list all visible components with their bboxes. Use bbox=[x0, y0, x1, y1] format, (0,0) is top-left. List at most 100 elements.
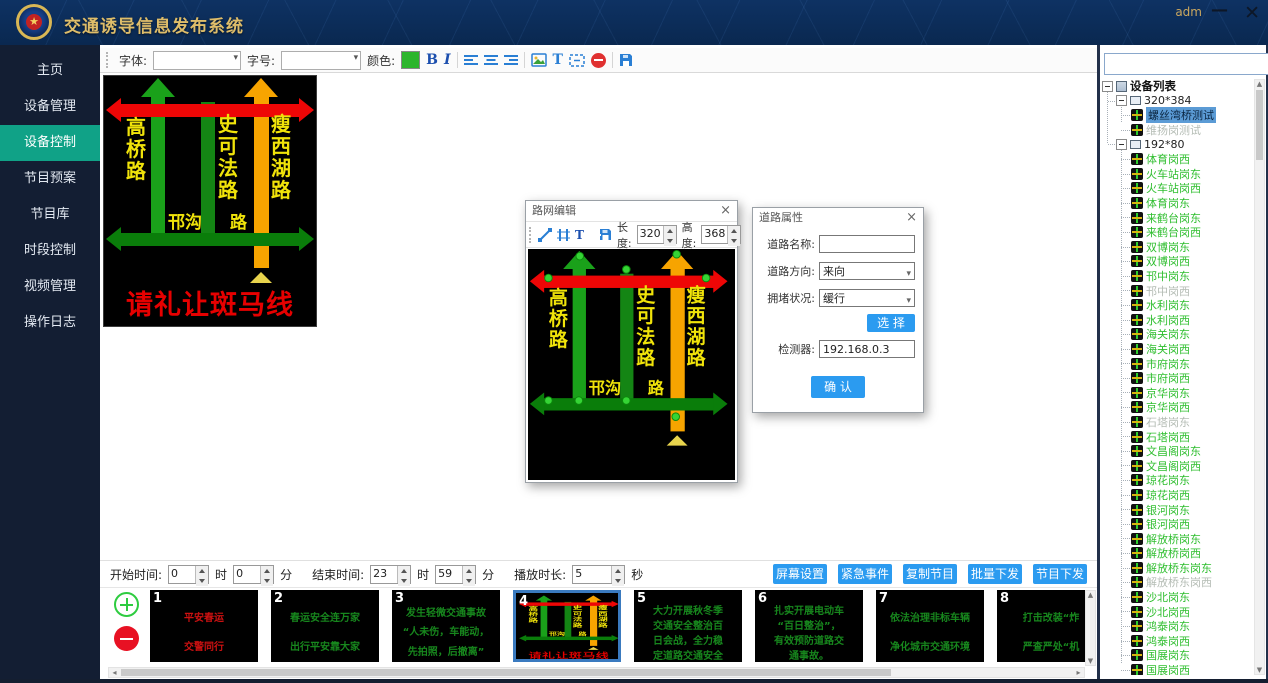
tree-device-item[interactable]: 鸿泰岗西 bbox=[1102, 634, 1253, 649]
remove-program-button[interactable] bbox=[114, 626, 139, 651]
tree-device-item[interactable]: 沙北岗东 bbox=[1102, 590, 1253, 605]
sidebar-item-7[interactable]: 操作日志 bbox=[0, 305, 100, 341]
confirm-button[interactable]: 确 认 bbox=[811, 376, 865, 398]
tree-device-item[interactable]: 国展岗东 bbox=[1102, 648, 1253, 663]
tree-device-item[interactable]: 双博岗东 bbox=[1102, 240, 1253, 255]
tree-device-item[interactable]: 银河岗东 bbox=[1102, 502, 1253, 517]
close-icon[interactable]: × bbox=[906, 208, 917, 228]
spinner-icon[interactable] bbox=[195, 566, 208, 583]
tree-device-item[interactable]: 国展岗西 bbox=[1102, 663, 1253, 675]
tree-group-0[interactable]: 320*384 bbox=[1102, 94, 1253, 109]
close-icon[interactable]: × bbox=[720, 201, 731, 221]
tree-device-item[interactable]: 水利岗东 bbox=[1102, 298, 1253, 313]
tree-device-item[interactable]: 沙北岗西 bbox=[1102, 604, 1253, 619]
align-right-icon[interactable] bbox=[504, 54, 518, 66]
align-left-icon[interactable] bbox=[464, 54, 478, 66]
tree-device-item[interactable]: 解放桥东岗东 bbox=[1102, 561, 1253, 576]
sidebar-item-0[interactable]: 主页 bbox=[0, 53, 100, 89]
tree-device-item[interactable]: 螺丝湾桥测试 bbox=[1102, 108, 1253, 123]
road-name-input[interactable] bbox=[819, 235, 915, 253]
tree-scrollbar[interactable]: ▲ ▼ bbox=[1254, 79, 1265, 675]
tree-device-item[interactable]: 海关岗西 bbox=[1102, 342, 1253, 357]
draw-road-icon[interactable] bbox=[557, 228, 570, 242]
edit-handle[interactable] bbox=[544, 274, 553, 283]
tree-device-item[interactable]: 火车站岗西 bbox=[1102, 181, 1253, 196]
edit-handle[interactable] bbox=[544, 396, 553, 405]
scroll-left-icon[interactable]: ◂ bbox=[109, 668, 120, 677]
italic-button[interactable]: I bbox=[444, 52, 451, 68]
end-hour-input[interactable]: 23 bbox=[370, 565, 411, 584]
collapse-toggle-icon[interactable] bbox=[1116, 139, 1127, 150]
scrollbar-thumb[interactable] bbox=[121, 669, 891, 676]
action-button-0[interactable]: 屏幕设置 bbox=[773, 564, 827, 584]
device-search-input[interactable] bbox=[1104, 53, 1268, 75]
tree-device-item[interactable]: 琼花岗西 bbox=[1102, 488, 1253, 503]
scroll-up-icon[interactable]: ▲ bbox=[1086, 591, 1095, 599]
edit-handle[interactable] bbox=[576, 252, 585, 261]
edit-handle[interactable] bbox=[575, 396, 584, 405]
duration-input[interactable]: 5 bbox=[572, 565, 625, 584]
delete-icon[interactable] bbox=[591, 53, 606, 68]
sidebar-item-2[interactable]: 设备控制 bbox=[0, 125, 100, 161]
length-input[interactable]: 320 bbox=[637, 225, 677, 244]
action-button-3[interactable]: 批量下发 bbox=[968, 564, 1022, 584]
tree-device-item[interactable]: 京华岗东 bbox=[1102, 385, 1253, 400]
sidebar-item-1[interactable]: 设备管理 bbox=[0, 89, 100, 125]
edit-handle[interactable] bbox=[702, 274, 711, 283]
tree-device-item[interactable]: 维扬岗测试 bbox=[1102, 123, 1253, 138]
sidebar-item-4[interactable]: 节目库 bbox=[0, 197, 100, 233]
edit-handle[interactable] bbox=[672, 250, 681, 259]
action-button-2[interactable]: 复制节目 bbox=[903, 564, 957, 584]
color-swatch[interactable] bbox=[401, 51, 420, 69]
tree-device-item[interactable]: 石塔岗西 bbox=[1102, 429, 1253, 444]
select-detector-button[interactable]: 选 择 bbox=[867, 314, 915, 332]
tree-device-item[interactable]: 体育岗西 bbox=[1102, 152, 1253, 167]
height-input[interactable]: 368 bbox=[701, 225, 741, 244]
start-hour-input[interactable]: 0 bbox=[168, 565, 209, 584]
spinner-icon[interactable] bbox=[397, 566, 410, 583]
scroll-down-icon[interactable]: ▼ bbox=[1086, 657, 1095, 665]
edit-handle[interactable] bbox=[622, 265, 631, 274]
text-tool-button[interactable]: T bbox=[575, 228, 584, 242]
tree-device-item[interactable]: 水利岗西 bbox=[1102, 313, 1253, 328]
edit-handle[interactable] bbox=[622, 396, 631, 405]
road-editor-canvas[interactable]: 高桥路 史可法路 瘦西湖路 邗沟 路 请礼让斑马线 bbox=[528, 249, 735, 480]
strip-horizontal-scrollbar[interactable]: ◂ ▸ bbox=[108, 667, 1085, 678]
font-size-select[interactable]: ▾ bbox=[281, 51, 361, 70]
spinner-icon[interactable] bbox=[462, 566, 475, 583]
sidebar-item-3[interactable]: 节目预案 bbox=[0, 161, 100, 197]
program-thumbnail-6[interactable]: 6扎实开展电动车“百日整治”，有效预防道路交通事故。 bbox=[755, 590, 863, 662]
font-select[interactable]: ▾ bbox=[153, 51, 241, 70]
sidebar-item-6[interactable]: 视频管理 bbox=[0, 269, 100, 305]
scrollbar-thumb[interactable] bbox=[1256, 90, 1263, 160]
program-thumbnail-8[interactable]: 8打击改装“炸严查严处“机 bbox=[997, 590, 1085, 662]
program-thumbnail-2[interactable]: 2春运安全连万家出行平安靠大家 bbox=[271, 590, 379, 662]
align-center-icon[interactable] bbox=[484, 54, 498, 66]
spinner-icon[interactable] bbox=[727, 226, 740, 243]
congestion-select[interactable]: 缓行 ▾ bbox=[819, 289, 915, 307]
start-minute-input[interactable]: 0 bbox=[233, 565, 274, 584]
scroll-up-icon[interactable]: ▲ bbox=[1255, 80, 1264, 88]
insert-text-button[interactable]: T bbox=[553, 52, 563, 68]
program-thumbnail-4[interactable]: 4 高桥路 史可法路 瘦西湖路 邗沟 路 请礼让斑马线 bbox=[513, 590, 621, 662]
collapse-toggle-icon[interactable] bbox=[1116, 95, 1127, 106]
tree-device-item[interactable]: 京华岗西 bbox=[1102, 400, 1253, 415]
tree-device-item[interactable]: 来鹤台岗东 bbox=[1102, 210, 1253, 225]
tree-group-1[interactable]: 192*80 bbox=[1102, 137, 1253, 152]
tree-device-item[interactable]: 海关岗东 bbox=[1102, 327, 1253, 342]
end-minute-input[interactable]: 59 bbox=[435, 565, 476, 584]
tree-device-item[interactable]: 邗中岗东 bbox=[1102, 269, 1253, 284]
add-program-button[interactable] bbox=[114, 592, 139, 617]
collapse-toggle-icon[interactable] bbox=[1102, 81, 1113, 92]
tree-device-item[interactable]: 解放桥岗西 bbox=[1102, 546, 1253, 561]
spinner-icon[interactable] bbox=[663, 226, 676, 243]
insert-image-icon[interactable] bbox=[531, 53, 547, 67]
tree-device-item[interactable]: 双博岗西 bbox=[1102, 254, 1253, 269]
tree-device-item[interactable]: 石塔岗东 bbox=[1102, 415, 1253, 430]
program-thumbnail-1[interactable]: 1平安春运交警同行 bbox=[150, 590, 258, 662]
detector-input[interactable]: 192.168.0.3 bbox=[819, 340, 915, 358]
program-thumbnail-7[interactable]: 7依法治理非标车辆净化城市交通环境 bbox=[876, 590, 984, 662]
sidebar-item-5[interactable]: 时段控制 bbox=[0, 233, 100, 269]
road-direction-select[interactable]: 来向 ▾ bbox=[819, 262, 915, 280]
tree-device-item[interactable]: 火车站岗东 bbox=[1102, 167, 1253, 182]
